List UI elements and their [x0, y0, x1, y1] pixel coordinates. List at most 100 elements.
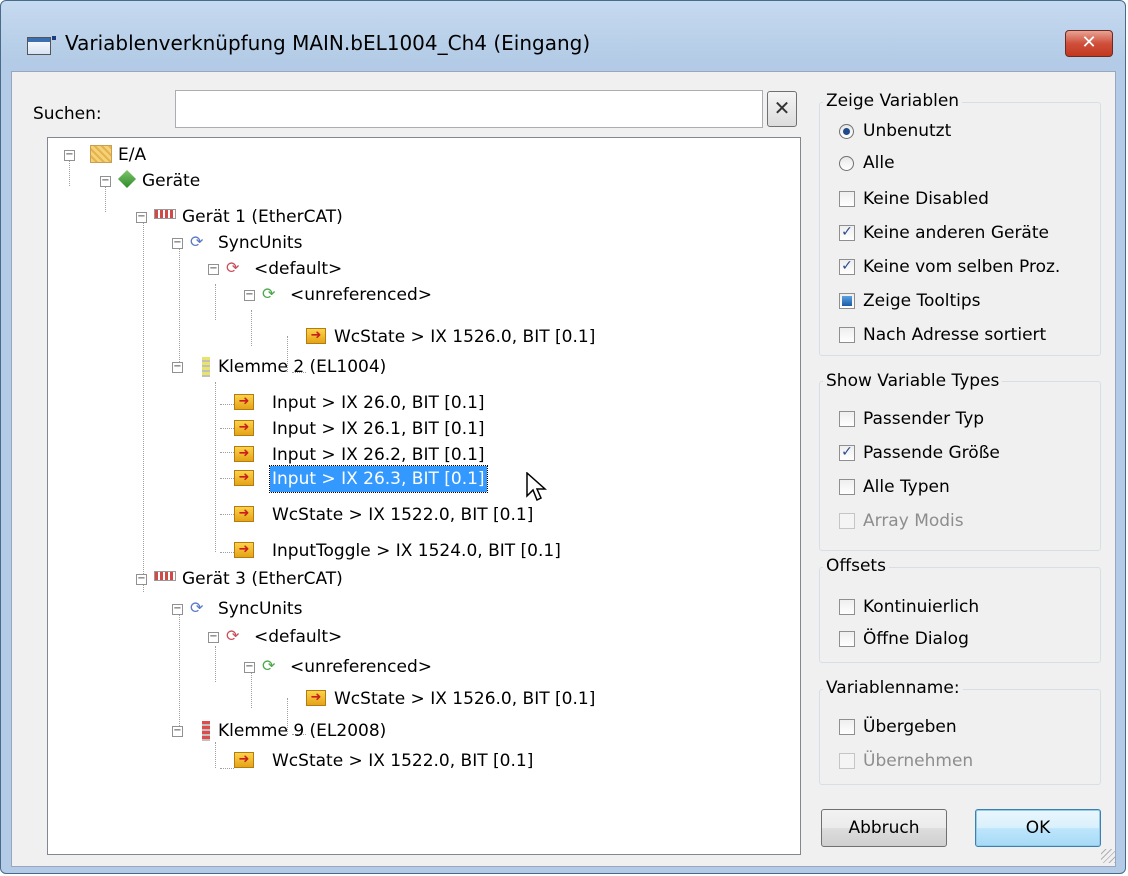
- checkbox-label: Kontinuierlich: [863, 597, 980, 617]
- input-variable-icon: ➜: [234, 506, 254, 522]
- checkbox-checked-icon[interactable]: ✓: [839, 259, 855, 275]
- radio-button[interactable]: [839, 156, 854, 171]
- collapse-icon[interactable]: −: [172, 604, 183, 615]
- tree-line: [179, 608, 180, 726]
- syncunit-unreferenced-icon: ⟳: [262, 284, 276, 303]
- tree-line: [215, 646, 216, 682]
- tree-node-label: <default>: [254, 627, 343, 647]
- resize-grip-icon[interactable]: [1101, 849, 1115, 863]
- checkbox-checked-icon[interactable]: ✓: [839, 445, 855, 461]
- input-variable-icon: ➜: [306, 690, 326, 706]
- tree-node-label: Klemme 2 (EL1004): [218, 357, 387, 377]
- io-folder-icon: [90, 145, 112, 163]
- tree-line: [220, 478, 234, 479]
- radio-label: Unbenutzt: [863, 121, 952, 141]
- tree-node-label: WcState > IX 1522.0, BIT [0.1]: [272, 751, 534, 771]
- checkbox[interactable]: [839, 479, 855, 495]
- variable-name-title: Variablenname:: [823, 678, 963, 698]
- input-variable-icon: ➜: [234, 752, 254, 768]
- collapse-icon[interactable]: −: [100, 176, 111, 187]
- ethercat-device-icon: [154, 209, 176, 219]
- tree-node-label: WcState > IX 1522.0, BIT [0.1]: [272, 505, 534, 525]
- input-variable-icon: ➜: [234, 446, 254, 462]
- checkbox-indeterminate-icon[interactable]: [839, 293, 855, 309]
- tree-line: [251, 310, 252, 346]
- input-variable-icon: ➜: [234, 420, 254, 436]
- tree-node-label: Gerät 1 (EtherCAT): [182, 207, 343, 227]
- tree-node-label: SyncUnits: [218, 233, 303, 253]
- clear-search-button[interactable]: ✕: [767, 91, 797, 127]
- checkbox[interactable]: [839, 631, 855, 647]
- collapse-icon[interactable]: −: [244, 662, 255, 673]
- window-icon: [27, 36, 56, 55]
- checkbox-disabled: [839, 753, 855, 769]
- show-variable-types-title: Show Variable Types: [823, 371, 1003, 391]
- devices-icon: [118, 170, 136, 188]
- collapse-icon[interactable]: −: [208, 632, 219, 643]
- checkbox-label: Übernehmen: [863, 751, 974, 771]
- tree-line: [220, 768, 234, 769]
- input-variable-icon: ➜: [234, 542, 254, 558]
- ok-button[interactable]: OK: [975, 809, 1101, 847]
- search-input[interactable]: [175, 90, 763, 128]
- close-button[interactable]: ✕: [1065, 30, 1113, 57]
- collapse-icon[interactable]: −: [244, 290, 255, 301]
- tree-node-label: Klemme 9 (EL2008): [218, 721, 387, 741]
- collapse-icon[interactable]: −: [136, 574, 147, 585]
- radio-button[interactable]: [839, 124, 854, 139]
- tree-node-label: WcState > IX 1526.0, BIT [0.1]: [334, 327, 596, 347]
- input-variable-icon: ➜: [306, 328, 326, 344]
- mouse-cursor-icon: [526, 472, 547, 502]
- tree-node-label: Gerät 3 (EtherCAT): [182, 569, 343, 589]
- collapse-icon[interactable]: −: [172, 726, 183, 737]
- tree-line: [105, 186, 106, 212]
- checkbox[interactable]: [839, 191, 855, 207]
- syncunits-icon: ⟳: [190, 232, 204, 251]
- tree-line: [220, 428, 234, 429]
- checkbox-label: Öffne Dialog: [863, 629, 969, 649]
- tree-line: [143, 222, 144, 592]
- show-variables-title: Zeige Variablen: [823, 91, 963, 111]
- tree-line: [220, 404, 234, 405]
- ethercat-device-icon: [154, 571, 176, 581]
- tree-line: [220, 552, 234, 553]
- collapse-icon[interactable]: −: [172, 362, 183, 373]
- tree-line: [251, 672, 252, 708]
- checkbox[interactable]: [839, 599, 855, 615]
- collapse-icon[interactable]: −: [136, 212, 147, 223]
- checkbox-disabled: [839, 513, 855, 529]
- dialog-window: Variablenverknüpfung MAIN.bEL1004_Ch4 (E…: [0, 0, 1126, 874]
- collapse-icon[interactable]: −: [208, 264, 219, 275]
- checkbox-label: Keine vom selben Proz.: [863, 257, 1061, 277]
- collapse-icon[interactable]: −: [172, 238, 183, 249]
- checkbox[interactable]: [839, 327, 855, 343]
- terminal-el1004-icon: [202, 357, 210, 377]
- input-variable-icon: ➜: [234, 470, 254, 486]
- tree-node-label: <default>: [254, 259, 343, 279]
- variable-tree[interactable]: − E/A − Geräte − Gerät 1 (EtherCAT) − ⟳ …: [47, 137, 801, 855]
- tree-line: [179, 248, 180, 366]
- checkbox-label: Keine anderen Geräte: [863, 223, 1049, 243]
- tree-node-label: SyncUnits: [218, 599, 303, 619]
- tree-line: [69, 160, 70, 186]
- checkbox[interactable]: [839, 719, 855, 735]
- tree-node-label: E/A: [118, 145, 147, 165]
- cancel-button[interactable]: Abbruch: [821, 809, 947, 847]
- collapse-icon[interactable]: −: [64, 150, 75, 161]
- window-title: Variablenverknüpfung MAIN.bEL1004_Ch4 (E…: [65, 31, 591, 55]
- terminal-el2008-icon: [202, 721, 210, 741]
- tree-node-label: Geräte: [142, 171, 201, 191]
- tree-node-label: Input > IX 26.1, BIT [0.1]: [272, 419, 485, 439]
- checkbox-checked-icon[interactable]: ✓: [839, 225, 855, 241]
- search-label: Suchen:: [33, 104, 102, 124]
- checkbox-label: Keine Disabled: [863, 189, 989, 209]
- tree-line: [215, 742, 216, 768]
- input-variable-icon: ➜: [234, 394, 254, 410]
- radio-label: Alle: [863, 153, 895, 173]
- checkbox[interactable]: [839, 411, 855, 427]
- syncunits-icon: ⟳: [190, 598, 204, 617]
- tree-node-label: <unreferenced>: [290, 285, 433, 305]
- syncunit-default-icon: ⟳: [226, 626, 240, 645]
- syncunit-unreferenced-icon: ⟳: [262, 656, 276, 675]
- tree-node-label: Input > IX 26.0, BIT [0.1]: [272, 393, 485, 413]
